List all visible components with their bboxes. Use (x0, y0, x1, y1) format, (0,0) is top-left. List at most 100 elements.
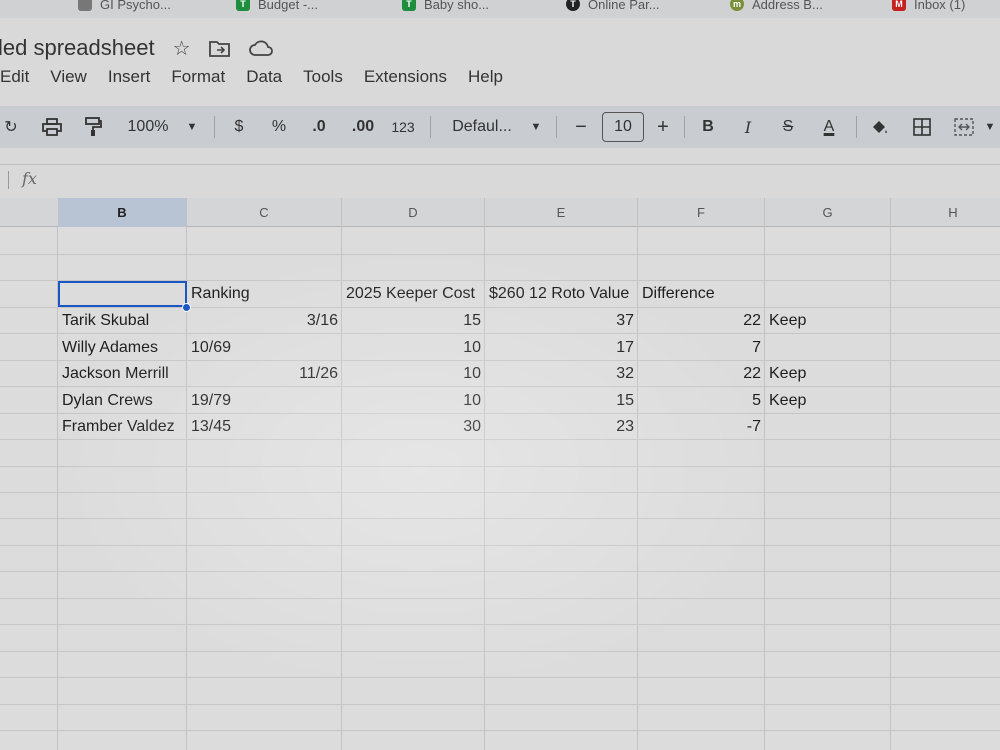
menu-view[interactable]: View (50, 67, 87, 87)
column-header-d[interactable]: D (342, 198, 485, 227)
increase-decimal-button[interactable]: .00 (346, 106, 380, 148)
spreadsheet-grid[interactable]: B C D E F G H Ranking 2025 Keeper Cost $… (0, 198, 1000, 750)
formula-bar[interactable]: fx (0, 164, 1000, 194)
percent-button[interactable]: % (266, 106, 292, 148)
sheets-icon: T (236, 0, 250, 11)
bookmark-item[interactable]: T Online Par... (566, 0, 660, 14)
cell-g-decision[interactable]: Keep (765, 361, 891, 387)
cell-e-header[interactable]: $260 12 Roto Value (485, 281, 638, 307)
cell-c-header[interactable]: Ranking (187, 281, 342, 307)
document-title[interactable]: led spreadsheet (0, 35, 155, 61)
cell-e-value[interactable]: 17 (485, 335, 638, 361)
bookmark-item[interactable]: m Address B... (730, 0, 823, 14)
cell-f-difference[interactable]: 22 (638, 361, 765, 387)
cell-b-player[interactable]: Tarik Skubal (58, 308, 187, 334)
cell-e-value[interactable]: 23 (485, 414, 638, 440)
menu-format[interactable]: Format (171, 67, 225, 87)
paint-format-icon[interactable] (80, 106, 106, 148)
cell-c-ranking[interactable]: 3/16 (187, 308, 342, 334)
cell-b-player[interactable]: Framber Valdez (58, 414, 187, 440)
decrease-decimal-button[interactable]: .0 (304, 106, 334, 148)
cell-e-value[interactable]: 32 (485, 361, 638, 387)
column-header-e[interactable]: E (485, 198, 638, 227)
column-header-row: B C D E F G H (0, 198, 1000, 227)
gmail-icon: M (892, 0, 906, 11)
column-header-h[interactable]: H (891, 198, 1000, 227)
gridline (0, 571, 1000, 572)
bookmark-item[interactable]: T Baby sho... (402, 0, 489, 14)
fill-color-icon[interactable] (866, 106, 892, 148)
currency-button[interactable]: $ (226, 106, 252, 148)
cell-b-player[interactable]: Dylan Crews (58, 388, 187, 414)
strikethrough-button[interactable]: S (776, 106, 800, 148)
cell-d-cost[interactable]: 30 (342, 414, 485, 440)
cell-b-player[interactable]: Jackson Merrill (58, 361, 187, 387)
italic-button[interactable]: I (736, 106, 760, 148)
borders-icon[interactable] (908, 106, 936, 148)
redo-icon[interactable]: ↻ (0, 106, 22, 148)
number-format-button[interactable]: 123 (386, 106, 420, 148)
cell-d-header[interactable]: 2025 Keeper Cost (342, 281, 485, 307)
cell-g-decision[interactable]: Keep (765, 388, 891, 414)
cell-g-decision[interactable] (765, 414, 891, 440)
column-header-c[interactable]: C (187, 198, 342, 227)
cell-f-difference[interactable]: -7 (638, 414, 765, 440)
bookmark-label: Baby sho... (424, 0, 490, 12)
bookmark-item[interactable]: M Inbox (1) (892, 0, 965, 14)
menu-extensions[interactable]: Extensions (364, 67, 447, 87)
cell-f-difference[interactable]: 7 (638, 335, 765, 361)
cell-c-ranking[interactable]: 19/79 (187, 388, 342, 414)
cell-b-player[interactable]: Willy Adames (58, 335, 187, 361)
chevron-down-icon[interactable]: ▼ (982, 106, 998, 148)
cell-f-header[interactable]: Difference (638, 281, 765, 307)
bookmark-item[interactable]: GI Psycho... (78, 0, 171, 14)
bold-button[interactable]: B (696, 106, 720, 148)
gridline (0, 704, 1000, 705)
move-folder-icon[interactable] (208, 39, 231, 57)
print-icon[interactable] (38, 106, 66, 148)
bookmark-item[interactable]: T Budget -... (236, 0, 318, 14)
fill-handle[interactable] (182, 303, 191, 312)
bookmark-label: Address B... (752, 0, 823, 12)
menu-help[interactable]: Help (468, 67, 503, 87)
chevron-down-icon[interactable]: ▼ (184, 106, 200, 148)
divider (8, 171, 9, 189)
cell-d-cost[interactable]: 10 (342, 335, 485, 361)
gridline (0, 624, 1000, 625)
gridline (0, 677, 1000, 678)
menu-edit[interactable]: Edit (0, 67, 29, 87)
cell-g-decision[interactable]: Keep (765, 308, 891, 334)
cell-d-cost[interactable]: 15 (342, 308, 485, 334)
cell-e-value[interactable]: 37 (485, 308, 638, 334)
font-select[interactable]: Defaul... (444, 106, 520, 148)
column-header-f[interactable]: F (638, 198, 765, 227)
menu-tools[interactable]: Tools (303, 67, 343, 87)
site-icon: T (566, 0, 580, 11)
bookmark-label: Budget -... (258, 0, 318, 12)
menu-insert[interactable]: Insert (108, 67, 151, 87)
column-header-b[interactable]: B (58, 198, 187, 227)
cloud-status-icon[interactable] (248, 39, 273, 57)
gridline (0, 545, 1000, 546)
menu-data[interactable]: Data (246, 67, 282, 87)
zoom-select[interactable]: 100% (118, 106, 178, 148)
decrease-font-size-button[interactable]: − (568, 106, 594, 148)
cell-f-difference[interactable]: 5 (638, 388, 765, 414)
cell-e-value[interactable]: 15 (485, 388, 638, 414)
chevron-down-icon[interactable]: ▼ (528, 106, 544, 148)
cell-g-decision[interactable] (765, 335, 891, 361)
cell-c-ranking[interactable]: 10/69 (187, 335, 342, 361)
cell-d-cost[interactable]: 10 (342, 388, 485, 414)
gridline (0, 598, 1000, 599)
text-color-button[interactable]: A (814, 106, 844, 148)
font-size-input[interactable]: 10 (602, 112, 644, 142)
column-header-g[interactable]: G (765, 198, 891, 227)
cell-c-ranking[interactable]: 11/26 (187, 361, 342, 387)
star-icon[interactable]: ☆ (173, 36, 191, 61)
cell-c-ranking[interactable]: 13/45 (187, 414, 342, 440)
cell-d-cost[interactable]: 10 (342, 361, 485, 387)
merge-cells-icon[interactable] (950, 106, 978, 148)
active-cell-b[interactable] (58, 281, 187, 307)
increase-font-size-button[interactable]: + (650, 106, 676, 148)
cell-f-difference[interactable]: 22 (638, 308, 765, 334)
